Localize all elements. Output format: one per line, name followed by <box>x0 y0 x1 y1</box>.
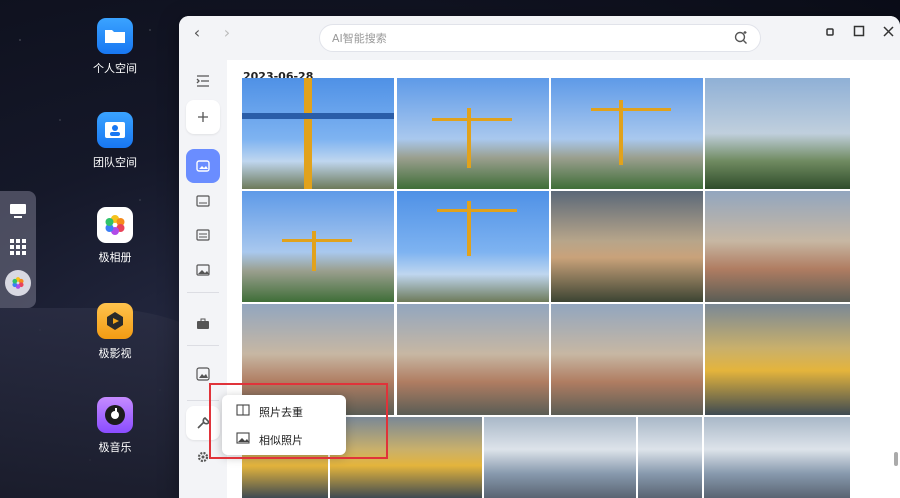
photo-thumbnail[interactable] <box>330 417 482 498</box>
sidebar-divider <box>187 400 219 401</box>
photo-thumbnail[interactable] <box>397 304 549 415</box>
menu-item-similar-photos[interactable]: 相似照片 <box>222 426 346 452</box>
desktop-icon-personal-space[interactable]: 个人空间 <box>75 18 155 76</box>
settings-icon[interactable] <box>186 440 220 474</box>
tools-icon[interactable] <box>186 406 220 440</box>
photos-icon <box>97 207 133 243</box>
photo-thumbnail[interactable] <box>397 191 549 302</box>
desktop-icon-label: 极音乐 <box>98 441 132 454</box>
add-icon[interactable] <box>186 100 220 134</box>
app-grid-icon[interactable] <box>0 229 36 265</box>
title-bar: ‹ › <box>179 16 900 60</box>
scrollbar[interactable] <box>894 452 898 466</box>
dock <box>0 191 36 308</box>
menu-item-label: 照片去重 <box>259 406 303 419</box>
menu-item-dedupe[interactable]: 照片去重 <box>222 398 346 424</box>
photo-thumbnail[interactable] <box>397 78 549 189</box>
minimize-icon[interactable] <box>821 24 839 42</box>
video-icon <box>97 303 133 339</box>
dedupe-icon <box>236 404 250 416</box>
photo-thumbnail[interactable] <box>551 78 703 189</box>
sidebar-divider <box>187 345 219 346</box>
forward-icon[interactable]: › <box>217 24 237 44</box>
photo-thumbnail[interactable] <box>551 191 703 302</box>
sidebar-divider <box>187 292 219 293</box>
ai-search-icon[interactable] <box>734 30 748 48</box>
similar-photos-icon <box>236 432 250 444</box>
search-input[interactable] <box>332 25 712 51</box>
photo-thumbnail[interactable] <box>638 417 702 498</box>
search-box[interactable] <box>319 24 761 52</box>
desktop-icon-label: 个人空间 <box>93 62 137 75</box>
team-icon <box>97 112 133 148</box>
desktop-icon-video[interactable]: 极影视 <box>75 303 155 361</box>
photo-thumbnail[interactable] <box>705 191 850 302</box>
desktop-icon-label: 团队空间 <box>93 156 137 169</box>
photo-thumbnail[interactable] <box>704 417 850 498</box>
music-icon <box>97 397 133 433</box>
sidebar <box>179 60 227 498</box>
collapse-icon[interactable] <box>186 64 220 98</box>
maximize-icon[interactable] <box>850 24 868 42</box>
tools-popup-menu: 照片去重 相似照片 <box>222 395 346 455</box>
desktop-icon-label: 极相册 <box>98 251 132 264</box>
desktop-icon-label: 极影视 <box>98 347 132 360</box>
photo-thumbnail[interactable] <box>484 417 636 498</box>
menu-item-label: 相似照片 <box>259 434 303 447</box>
desktop-icon-photos[interactable]: 极相册 <box>75 207 155 265</box>
desktop-icon-music[interactable]: 极音乐 <box>75 397 155 455</box>
album-icon[interactable] <box>186 218 220 252</box>
photo-thumbnail[interactable] <box>551 304 703 415</box>
picture-icon[interactable] <box>186 253 220 287</box>
image-icon[interactable] <box>186 184 220 218</box>
desktop-icon[interactable] <box>0 193 36 229</box>
photo-thumbnail[interactable] <box>705 304 850 415</box>
gallery-icon[interactable] <box>186 357 220 391</box>
folder-icon <box>97 18 133 54</box>
close-icon[interactable] <box>879 24 897 42</box>
photo-thumbnail[interactable] <box>242 191 394 302</box>
back-icon[interactable]: ‹ <box>187 24 207 44</box>
photo-thumbnail[interactable] <box>705 78 850 189</box>
briefcase-icon[interactable] <box>186 307 220 341</box>
photos-app-icon[interactable] <box>0 265 36 301</box>
desktop-icon-team-space[interactable]: 团队空间 <box>75 112 155 170</box>
photos-icon[interactable] <box>186 149 220 183</box>
photo-thumbnail[interactable] <box>242 78 394 189</box>
